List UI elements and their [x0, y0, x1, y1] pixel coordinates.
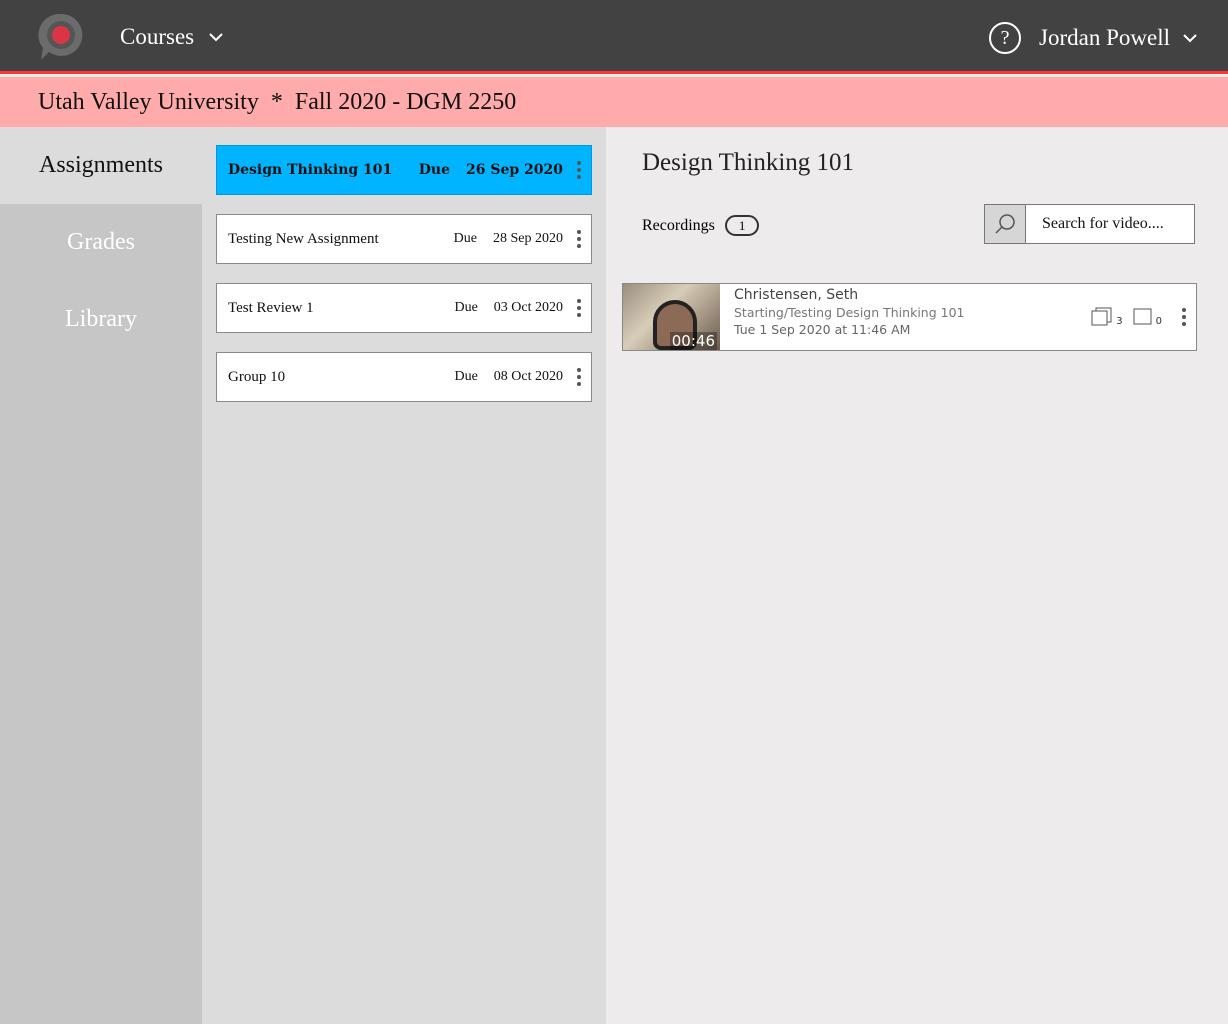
search-icon[interactable] — [985, 205, 1026, 243]
assignment-card[interactable]: Design Thinking 101 Due 26 Sep 2020 — [216, 145, 592, 195]
video-date: Tue 1 Sep 2020 at 11:46 AM — [734, 322, 911, 337]
breadcrumb-school[interactable]: Utah Valley University — [38, 89, 259, 115]
video-duration: 00:46 — [669, 332, 717, 350]
courses-dropdown[interactable]: Courses — [120, 24, 224, 50]
assignment-card[interactable]: Group 10 Due 08 Oct 2020 — [216, 352, 592, 402]
assignment-title: Design Thinking 101 — [228, 162, 393, 178]
due-label: Due — [454, 369, 478, 384]
chevron-down-icon — [209, 33, 223, 42]
video-item[interactable]: 00:46 Christensen, Seth Starting/Testing… — [622, 283, 1197, 351]
recordings-label: Recordings — [642, 216, 715, 234]
assignment-list: Design Thinking 101 Due 26 Sep 2020 Testin… — [202, 127, 606, 1024]
due-label: Due — [418, 162, 450, 178]
assignment-title: Testing New Assignment — [228, 230, 379, 247]
sidebar-nav: Assignments Grades Library — [0, 127, 202, 1024]
comment-icon — [1133, 308, 1152, 325]
page-title: Design Thinking 101 — [642, 149, 855, 176]
due-date: 03 Oct 2020 — [493, 300, 563, 315]
count-badge: 1 — [724, 215, 760, 236]
video-thumbnail[interactable]: 00:46 — [623, 284, 720, 350]
user-name: Jordan Powell — [1039, 25, 1170, 50]
assignment-detail: Design Thinking 101 Recordings 1 Search f… — [606, 127, 1228, 1024]
due-label: Due — [454, 300, 478, 315]
breadcrumb-separator: * — [270, 89, 283, 115]
app-logo-icon[interactable] — [38, 12, 84, 62]
count: 0 — [1155, 316, 1162, 327]
assignment-card[interactable]: Test Review 1 Due 03 Oct 2020 — [216, 283, 592, 333]
top-bar: Courses ? Jordan Powell — [0, 0, 1228, 74]
more-options-icon[interactable] — [577, 368, 581, 386]
more-options-icon[interactable] — [577, 299, 581, 317]
sidebar-item-assignments[interactable]: Assignments — [0, 127, 202, 204]
more-options-icon[interactable] — [577, 161, 581, 179]
count: 3 — [1116, 316, 1123, 327]
more-options-icon[interactable] — [1182, 308, 1186, 326]
due-date: 26 Sep 2020 — [465, 162, 563, 178]
search-input[interactable]: Search for video.... — [984, 204, 1195, 244]
help-icon[interactable]: ? — [989, 22, 1022, 54]
sidebar-item-library[interactable]: Library — [0, 281, 202, 358]
comments-count[interactable]: 3 — [1091, 307, 1123, 327]
more-options-icon[interactable] — [577, 230, 581, 248]
feedback-count[interactable]: 0 — [1133, 307, 1162, 327]
video-author: Christensen, Seth — [734, 287, 859, 303]
assignment-title: Test Review 1 — [228, 299, 314, 316]
search-placeholder: Search for video.... — [1042, 215, 1164, 232]
due-date: 08 Oct 2020 — [493, 369, 563, 384]
user-menu[interactable]: ? Jordan Powell — [989, 22, 1198, 54]
courses-label: Courses — [120, 24, 195, 49]
video-title: Starting/Testing Design Thinking 101 — [734, 305, 965, 320]
assignment-card[interactable]: Testing New Assignment Due 28 Sep 2020 — [216, 214, 592, 264]
due-label: Due — [453, 231, 477, 246]
recordings-count: Recordings 1 — [642, 215, 760, 236]
chevron-down-icon — [1183, 34, 1197, 43]
breadcrumb: Utah Valley University * Fall 2020 - DGM… — [0, 77, 1228, 127]
sidebar-item-grades[interactable]: Grades — [0, 204, 202, 281]
assignment-title: Group 10 — [228, 368, 286, 385]
comments-icon — [1091, 307, 1112, 326]
due-date: 28 Sep 2020 — [493, 231, 563, 246]
breadcrumb-course[interactable]: Fall 2020 - DGM 2250 — [295, 89, 516, 115]
